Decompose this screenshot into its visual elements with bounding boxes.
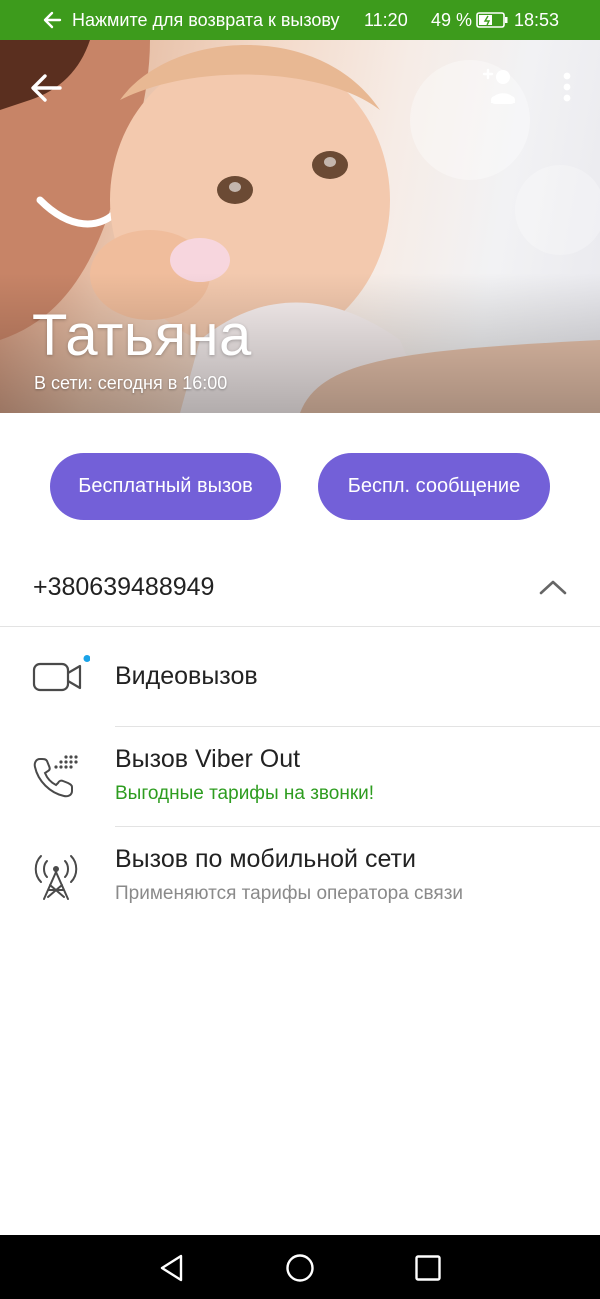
free-call-button[interactable]: Бесплатный вызов [50,453,281,520]
option-video-call[interactable]: Видеовызов [0,627,600,726]
option-title: Видеовызов [115,662,258,690]
contact-name: Татьяна [32,303,252,368]
cell-tower-icon [34,855,78,900]
return-arrow-icon [43,11,62,29]
phone-number: +380639488949 [33,573,215,601]
option-viber-out[interactable]: Вызов Viber Out Выгодные тарифы на звонк… [0,727,600,826]
option-title: Вызов Viber Out [115,745,301,773]
phone-number-row[interactable]: +380639488949 [0,550,600,626]
back-triangle-icon[interactable] [157,1253,187,1283]
call-duration: 11:20 [364,10,408,30]
contact-header: Татьяна В сети: сегодня в 16:00 [0,40,600,413]
add-contact-icon[interactable] [482,66,518,108]
more-vert-icon[interactable] [556,70,578,106]
video-camera-icon [32,655,90,692]
option-title: Вызов по мобильной сети [115,845,416,873]
option-subtitle: Выгодные тарифы на звонки! [115,783,375,804]
phone-dial-icon [33,755,78,798]
battery-percent: 49 % [431,10,473,30]
option-subtitle: Применяются тарифы оператора связи [115,883,464,904]
option-mobile-call[interactable]: Вызов по мобильной сети Применяются тари… [0,827,600,926]
home-circle-icon[interactable] [285,1253,315,1283]
return-to-call-text[interactable]: Нажмите для возврата к вызову [72,10,340,31]
recents-square-icon[interactable] [413,1253,443,1283]
navigation-bar [0,1235,600,1299]
status-bar[interactable]: Нажмите для возврата к вызову 11:20 49 %… [0,0,600,40]
free-message-button[interactable]: Беспл. сообщение [318,453,550,520]
status-clock: 18:53 [514,10,560,30]
back-arrow-icon[interactable] [28,70,64,106]
battery-icon [476,12,508,28]
last-seen-status: В сети: сегодня в 16:00 [34,373,228,393]
chevron-up-icon[interactable] [536,572,570,602]
